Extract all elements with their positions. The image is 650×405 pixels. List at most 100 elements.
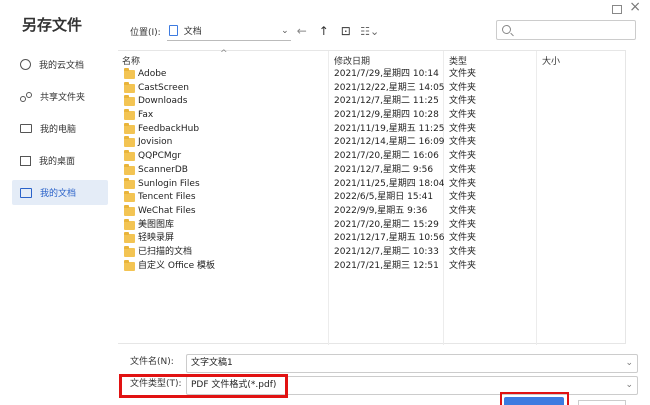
- document-icon: [168, 25, 178, 36]
- file-row[interactable]: Jovision 2021/12/14,星期二 16:09 文件夹: [118, 136, 625, 150]
- file-type: 文件夹: [449, 246, 477, 257]
- file-type: 文件夹: [449, 82, 477, 93]
- folder-icon: [124, 191, 135, 203]
- folder-icon: [124, 122, 135, 134]
- search-input[interactable]: [496, 20, 636, 40]
- file-row[interactable]: Sunlogin Files 2021/11/25,星期四 18:04 文件夹: [118, 177, 625, 192]
- file-type: 文件夹: [449, 123, 477, 134]
- sidebar-item-cloud-docs[interactable]: 我的云文档: [12, 52, 108, 77]
- file-date: 2021/12/7,星期二 11:25: [334, 96, 439, 107]
- file-type: 文件夹: [449, 110, 477, 121]
- file-date: 2021/12/7,星期二 9:56: [334, 164, 434, 175]
- folder-icon: [124, 204, 135, 216]
- chevron-down-icon: ⌄: [281, 25, 289, 36]
- file-row[interactable]: QQPCMgr 2021/7/20,星期二 16:06 文件夹: [118, 150, 625, 164]
- file-row[interactable]: Downloads 2021/12/7,星期二 11:25 文件夹: [118, 95, 625, 109]
- file-row[interactable]: Fax 2021/12/9,星期四 10:28 文件夹: [118, 109, 625, 123]
- column-header-type[interactable]: 类型: [449, 54, 467, 67]
- column-header-size[interactable]: 大小: [542, 54, 560, 67]
- sidebar-item-my-desktop[interactable]: 我的桌面: [12, 148, 108, 173]
- folder-icon: [124, 136, 135, 148]
- file-row[interactable]: Tencent Files 2022/6/5,星期日 15:41 文件夹: [118, 191, 625, 205]
- view-mode-icon[interactable]: ☷⌄: [357, 25, 383, 38]
- save-button[interactable]: [504, 397, 564, 405]
- file-row[interactable]: ScannerDB 2021/12/7,星期二 9:56 文件夹: [118, 163, 625, 178]
- up-arrow-icon[interactable]: ↑: [313, 24, 335, 38]
- highlight-box: [119, 374, 288, 398]
- folder-icon: [124, 150, 135, 162]
- file-date: 2021/7/21,星期三 12:51: [334, 260, 439, 271]
- file-name: Downloads: [138, 96, 188, 107]
- folder-icon: [124, 95, 135, 107]
- file-name: Adobe: [138, 69, 167, 79]
- file-type: 文件夹: [449, 96, 477, 107]
- document-icon: [20, 187, 32, 198]
- file-name: WeChat Files: [138, 205, 196, 216]
- file-date: 2021/11/19,星期五 11:25: [334, 123, 445, 134]
- file-date: 2022/6/5,星期日 15:41: [334, 192, 434, 203]
- file-type: 文件夹: [449, 219, 477, 230]
- file-date: 2022/9/9,星期五 9:36: [334, 205, 428, 216]
- share-icon: [20, 91, 32, 103]
- search-icon: [502, 25, 511, 34]
- file-name: CastScreen: [138, 82, 189, 93]
- file-date: 2021/7/29,星期四 10:14: [334, 69, 439, 79]
- filename-label: 文件名(N):: [130, 357, 174, 367]
- file-date: 2021/7/20,星期二 16:06: [334, 151, 439, 162]
- sidebar-item-label: 共享文件夹: [40, 93, 86, 103]
- file-row[interactable]: CastScreen 2021/12/22,星期三 14:05 文件夹: [118, 81, 625, 96]
- new-folder-icon[interactable]: ⊡: [335, 24, 357, 38]
- file-row[interactable]: 已扫描的文档 2021/12/7,星期二 10:33 文件夹: [118, 245, 625, 260]
- file-type: 文件夹: [449, 178, 477, 189]
- sidebar-item-my-documents[interactable]: 我的文档: [12, 180, 108, 205]
- back-arrow-icon[interactable]: ←: [291, 24, 313, 38]
- cancel-button[interactable]: [578, 400, 626, 405]
- chevron-down-icon[interactable]: ⌄: [625, 377, 633, 394]
- file-type: 文件夹: [449, 151, 477, 162]
- sidebar-item-my-computer[interactable]: 我的电脑: [12, 116, 108, 141]
- file-name: FeedbackHub: [138, 123, 200, 134]
- file-row[interactable]: 轻映录屏 2021/12/17,星期五 10:56 文件夹: [118, 232, 625, 246]
- file-date: 2021/12/17,星期五 10:56: [334, 233, 445, 244]
- folder-icon: [124, 218, 135, 230]
- column-header-name[interactable]: 名称: [122, 54, 140, 67]
- file-row[interactable]: 美图图库 2021/7/20,星期二 15:29 文件夹: [118, 218, 625, 233]
- sort-ascending-icon: ^: [220, 49, 228, 59]
- folder-icon: [124, 259, 135, 271]
- folder-icon: [124, 177, 135, 189]
- close-icon[interactable]: ×: [629, 0, 641, 14]
- folder-icon: [124, 81, 135, 93]
- sidebar-item-label: 我的电脑: [40, 125, 77, 135]
- filename-field[interactable]: 文字文稿1 ⌄: [186, 354, 638, 373]
- sidebar-item-shared-folder[interactable]: 共享文件夹: [12, 84, 108, 109]
- file-type: 文件夹: [449, 69, 477, 79]
- file-row[interactable]: FeedbackHub 2021/11/19,星期五 11:25 文件夹: [118, 122, 625, 137]
- file-type: 文件夹: [449, 192, 477, 203]
- file-name: 自定义 Office 模板: [138, 260, 215, 271]
- file-list[interactable]: 名称 ^ 修改日期 类型 大小 Adobe 2021/7/29,星期四 10:14…: [118, 49, 626, 345]
- file-type: 文件夹: [449, 164, 477, 175]
- sidebar-item-label: 我的文档: [40, 189, 77, 199]
- chevron-down-icon[interactable]: ⌄: [625, 355, 633, 372]
- computer-icon: [20, 124, 32, 133]
- file-name: ScannerDB: [138, 164, 188, 175]
- dialog-title: 另存文件: [22, 16, 83, 34]
- file-name: Sunlogin Files: [138, 178, 200, 189]
- file-type: 文件夹: [449, 260, 477, 271]
- file-type: 文件夹: [449, 137, 477, 148]
- file-row[interactable]: WeChat Files 2022/9/9,星期五 9:36 文件夹: [118, 204, 625, 219]
- file-name: 轻映录屏: [138, 233, 175, 244]
- column-header-date[interactable]: 修改日期: [334, 54, 370, 67]
- location-value: 文档: [183, 27, 202, 37]
- filename-value: 文字文稿1: [191, 358, 233, 368]
- file-row[interactable]: 自定义 Office 模板 2021/7/21,星期三 12:51 文件夹: [118, 259, 625, 274]
- file-name: Fax: [138, 110, 154, 121]
- location-dropdown[interactable]: 文档 ⌄: [166, 21, 291, 41]
- file-row[interactable]: Adobe 2021/7/29,星期四 10:14 文件夹: [118, 68, 625, 82]
- file-date: 2021/7/20,星期二 15:29: [334, 219, 439, 230]
- file-date: 2021/12/7,星期二 10:33: [334, 246, 439, 257]
- file-name: Jovision: [138, 137, 173, 148]
- maximize-icon[interactable]: [612, 5, 622, 14]
- desktop-icon: [20, 155, 31, 166]
- file-name: 已扫描的文档: [138, 246, 193, 257]
